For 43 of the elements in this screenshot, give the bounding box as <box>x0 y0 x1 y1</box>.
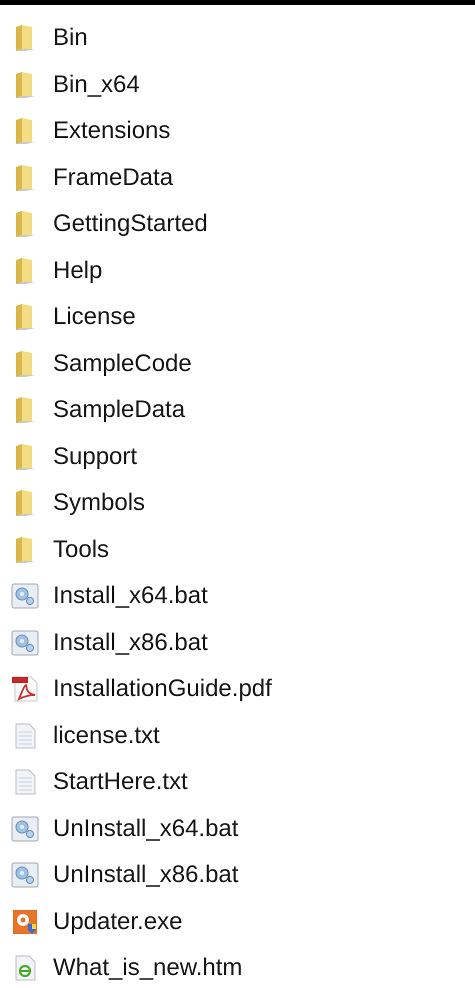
file-item[interactable]: Updater.exe <box>0 898 475 945</box>
file-name: Install_x86.bat <box>53 628 208 657</box>
file-name: UnInstall_x64.bat <box>53 814 238 843</box>
file-name: SampleCode <box>53 350 192 378</box>
file-item[interactable]: Help <box>0 248 475 294</box>
file-item[interactable]: SampleData <box>0 387 475 434</box>
file-name: StartHere.txt <box>53 768 188 796</box>
file-name: Tools <box>53 536 110 564</box>
file-item[interactable]: Install_x64.bat <box>0 573 475 620</box>
file-name: Extensions <box>53 117 170 146</box>
file-name: What_is_new.htm <box>53 954 242 982</box>
file-item[interactable]: FrameData <box>0 154 475 201</box>
file-item[interactable]: UnInstall_x86.bat <box>0 852 475 898</box>
file-name: InstallationGuide.pdf <box>53 675 272 704</box>
file-item[interactable]: Bin_x64 <box>0 62 475 108</box>
file-item[interactable]: Support <box>0 434 475 480</box>
file-name: Bin <box>53 24 88 52</box>
file-name: Symbols <box>53 489 146 518</box>
file-item[interactable]: What_is_new.htm <box>0 945 475 988</box>
file-item[interactable]: Tools <box>0 526 475 573</box>
file-name: SampleData <box>53 396 186 424</box>
file-name: GettingStarted <box>53 210 208 238</box>
file-item[interactable]: Bin <box>0 15 475 62</box>
file-item[interactable]: SampleCode <box>0 340 475 387</box>
file-item[interactable]: Extensions <box>0 108 475 154</box>
file-name: License <box>53 303 136 332</box>
file-item[interactable]: license.txt <box>0 712 475 759</box>
file-name: Install_x64.bat <box>53 582 208 610</box>
file-name: FrameData <box>53 164 174 192</box>
file-item[interactable]: Symbols <box>0 480 475 526</box>
file-name: UnInstall_x86.bat <box>53 861 238 890</box>
file-name: Bin_x64 <box>53 70 140 99</box>
file-item[interactable]: UnInstall_x64.bat <box>0 806 475 852</box>
file-name: Help <box>53 256 102 285</box>
file-name: Support <box>53 442 138 471</box>
file-item[interactable]: Install_x86.bat <box>0 620 475 666</box>
file-name: Updater.exe <box>53 908 182 936</box>
file-name: license.txt <box>53 722 160 750</box>
file-item[interactable]: StartHere.txt <box>0 759 475 806</box>
pdf-icon <box>11 675 39 704</box>
file-item[interactable]: InstallationGuide.pdf <box>0 666 475 712</box>
file-item[interactable]: License <box>0 294 475 340</box>
file-item[interactable]: GettingStarted <box>0 201 475 248</box>
